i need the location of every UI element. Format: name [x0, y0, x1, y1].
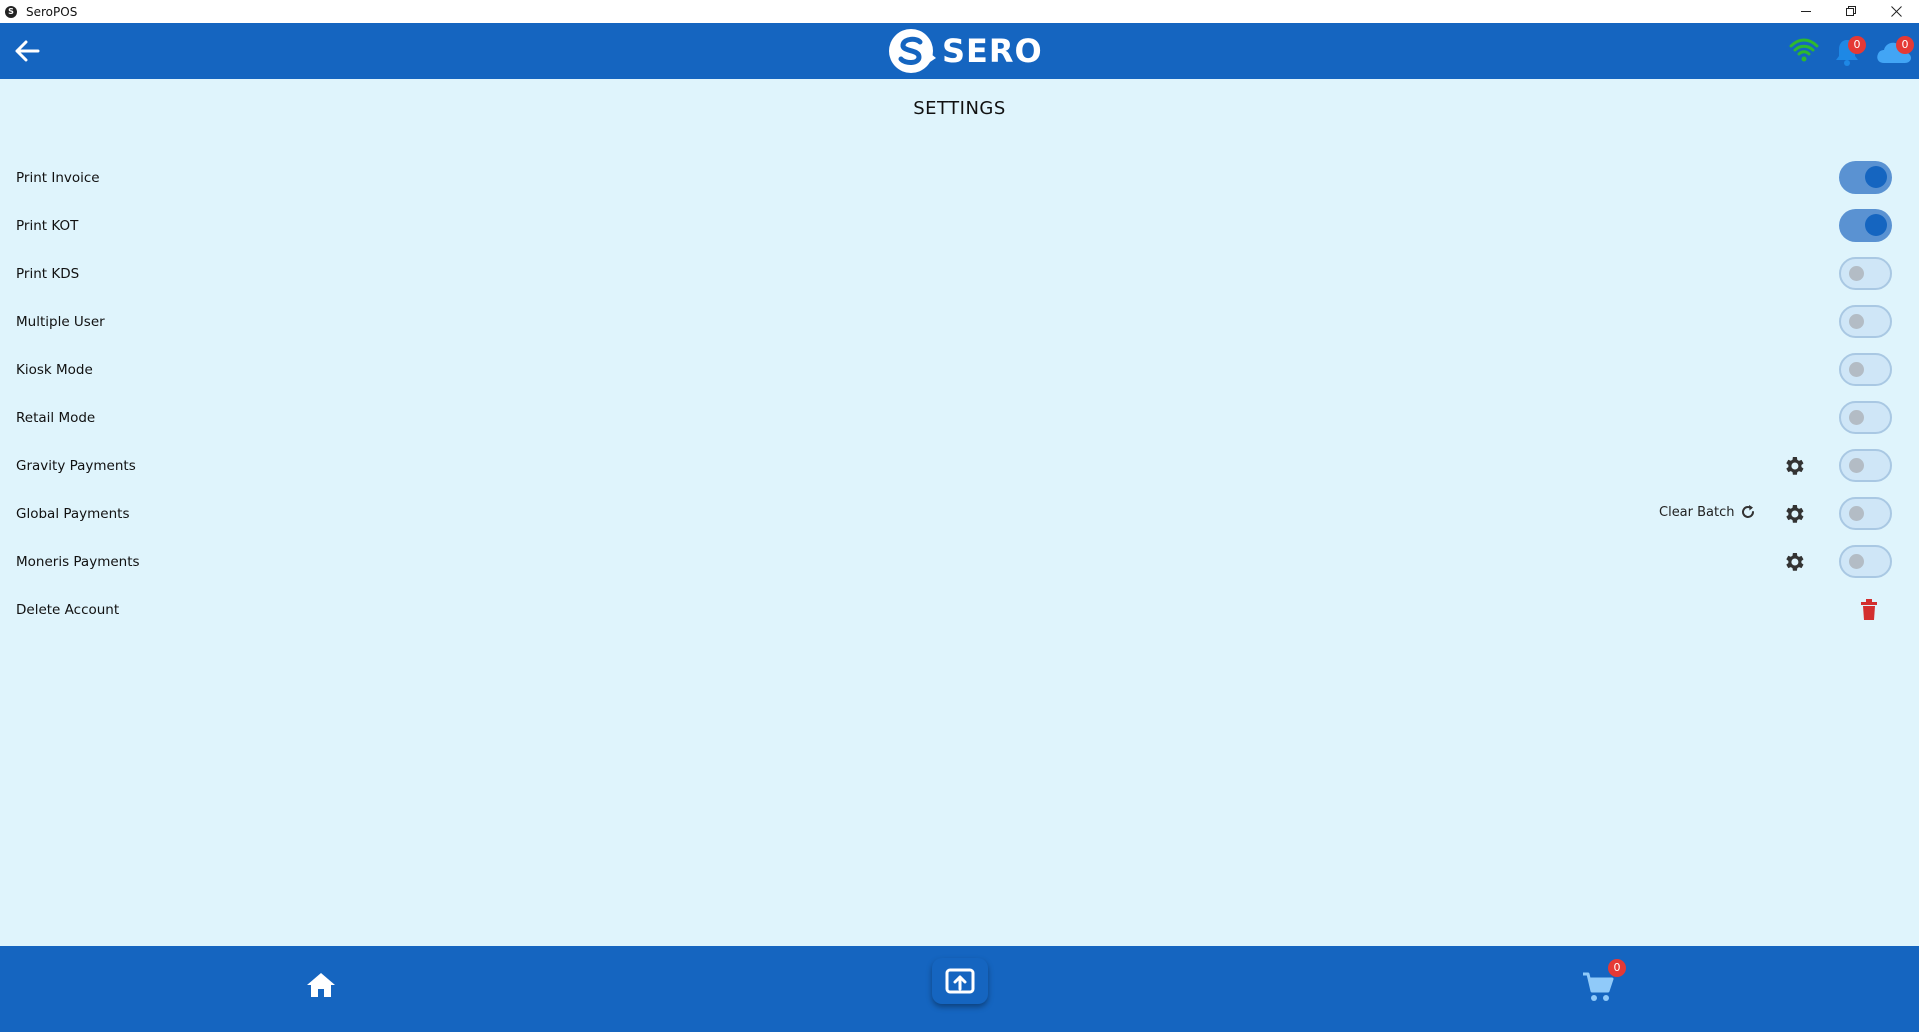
- app-logo-icon: S: [5, 5, 17, 18]
- toggle-print-invoice[interactable]: [1839, 161, 1892, 194]
- setting-row-global-payments: Global Payments Clear Batch: [0, 494, 1919, 534]
- gear-icon: [1786, 505, 1804, 523]
- setting-row-multiple-user: Multiple User: [0, 302, 1919, 342]
- close-icon: [1891, 6, 1902, 17]
- toggle-knob: [1849, 410, 1864, 425]
- cart-button[interactable]: 0: [1581, 959, 1626, 1004]
- toggle-knob: [1849, 266, 1864, 281]
- setting-row-moneris-payments: Moneris Payments: [0, 542, 1919, 582]
- setting-label-print-kds: Print KDS: [16, 266, 80, 282]
- close-button[interactable]: [1874, 0, 1919, 23]
- bottom-navigation: 0: [0, 946, 1919, 1032]
- cart-icon: [1583, 972, 1614, 1001]
- setting-row-delete-account: Delete Account: [0, 590, 1919, 630]
- clear-batch-label: Clear Batch: [1659, 504, 1735, 520]
- gear-icon: [1786, 553, 1804, 571]
- window-titlebar: S SeroPOS: [0, 0, 1919, 23]
- toggle-kiosk-mode[interactable]: [1839, 353, 1892, 386]
- toggle-knob: [1849, 314, 1864, 329]
- window-title: SeroPOS: [26, 4, 78, 19]
- notifications-button[interactable]: 0: [1832, 35, 1866, 67]
- settings-gear-button-global-payments[interactable]: [1782, 502, 1806, 526]
- sero-logo: SERO: [886, 26, 1043, 76]
- setting-row-gravity-payments: Gravity Payments: [0, 446, 1919, 486]
- setting-label-gravity-payments: Gravity Payments: [16, 458, 136, 474]
- toggle-global-payments[interactable]: [1839, 497, 1892, 530]
- toggle-knob: [1865, 166, 1887, 188]
- settings-gear-button-gravity-payments[interactable]: [1782, 454, 1806, 478]
- cart-badge: 0: [1608, 959, 1626, 977]
- clear-batch-button[interactable]: Clear Batch: [1659, 503, 1757, 521]
- home-button[interactable]: [304, 968, 338, 1002]
- toggle-knob: [1849, 506, 1864, 521]
- notifications-badge: 0: [1848, 36, 1866, 54]
- setting-row-retail-mode: Retail Mode: [0, 398, 1919, 438]
- setting-label-multiple-user: Multiple User: [16, 314, 105, 330]
- toggle-knob: [1865, 214, 1887, 236]
- setting-row-kiosk-mode: Kiosk Mode: [0, 350, 1919, 390]
- cloud-sync-badge: 0: [1896, 36, 1914, 54]
- refresh-icon: [1741, 505, 1754, 518]
- wifi-icon: [1789, 38, 1819, 62]
- setting-label-moneris-payments: Moneris Payments: [16, 554, 140, 570]
- setting-label-delete-account: Delete Account: [16, 602, 120, 618]
- minimize-icon: [1801, 11, 1811, 12]
- minimize-button[interactable]: [1784, 0, 1829, 23]
- toggle-knob: [1849, 458, 1864, 473]
- gear-icon: [1786, 457, 1804, 475]
- cloud-sync-button[interactable]: 0: [1874, 35, 1916, 67]
- restore-icon: [1846, 6, 1856, 16]
- arrow-left-icon: [15, 40, 40, 62]
- restore-button[interactable]: [1829, 0, 1874, 23]
- app-header: SERO 0 0: [0, 23, 1919, 79]
- toggle-knob: [1849, 362, 1864, 377]
- setting-label-print-invoice: Print Invoice: [16, 170, 100, 186]
- toggle-print-kds[interactable]: [1839, 257, 1892, 290]
- delete-account-button[interactable]: [1859, 598, 1879, 622]
- upload-sync-button[interactable]: [932, 958, 988, 1004]
- setting-label-kiosk-mode: Kiosk Mode: [16, 362, 93, 378]
- home-icon: [307, 973, 335, 997]
- back-button[interactable]: [12, 36, 42, 66]
- trash-icon: [1861, 599, 1877, 620]
- toggle-multiple-user[interactable]: [1839, 305, 1892, 338]
- sero-logo-icon: [889, 29, 936, 73]
- toggle-retail-mode[interactable]: [1839, 401, 1892, 434]
- setting-row-print-kot: Print KOT: [0, 206, 1919, 246]
- setting-label-retail-mode: Retail Mode: [16, 410, 96, 426]
- wifi-status: [1789, 37, 1819, 65]
- toggle-gravity-payments[interactable]: [1839, 449, 1892, 482]
- settings-gear-button-moneris-payments[interactable]: [1782, 550, 1806, 574]
- setting-row-print-kds: Print KDS: [0, 254, 1919, 294]
- window-controls: [1784, 0, 1919, 23]
- toggle-moneris-payments[interactable]: [1839, 545, 1892, 578]
- setting-label-global-payments: Global Payments: [16, 506, 130, 522]
- logo-text: SERO: [942, 32, 1043, 70]
- toggle-knob: [1849, 554, 1864, 569]
- setting-row-print-invoice: Print Invoice: [0, 158, 1919, 198]
- toggle-print-kot[interactable]: [1839, 209, 1892, 242]
- setting-label-print-kot: Print KOT: [16, 218, 79, 234]
- page-title: SETTINGS: [913, 98, 1006, 119]
- upload-icon: [945, 968, 975, 994]
